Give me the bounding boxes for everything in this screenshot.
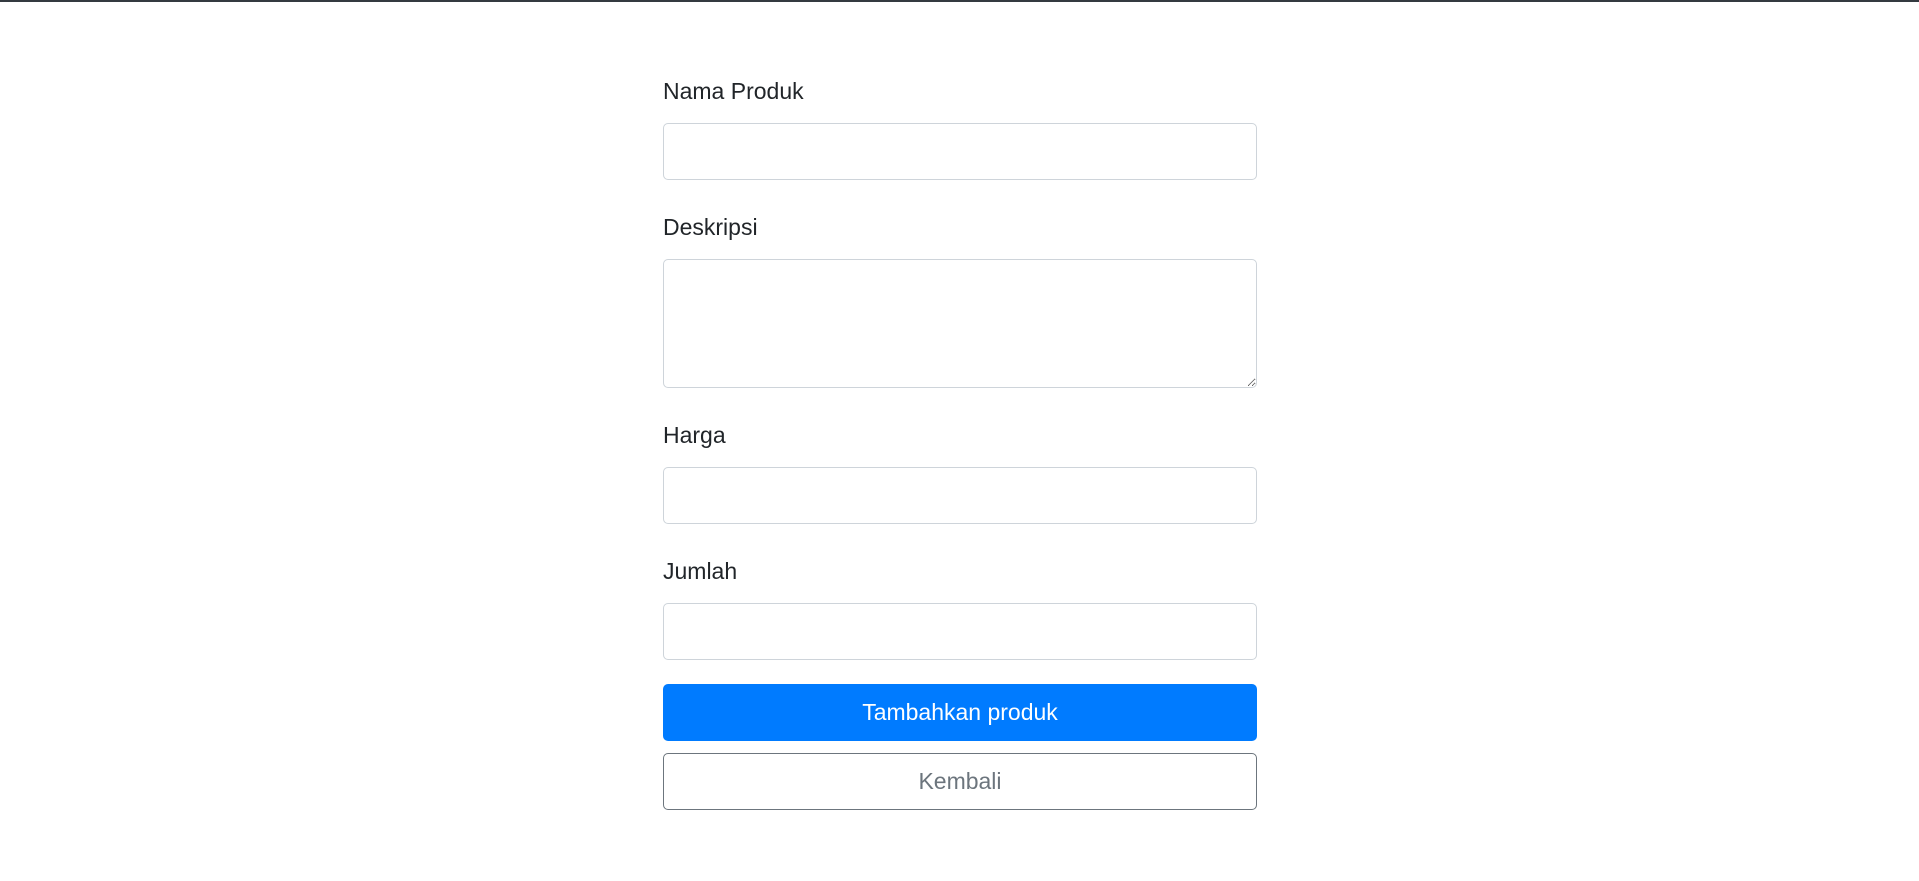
nama-produk-input[interactable] xyxy=(663,123,1257,180)
harga-group: Harga xyxy=(663,420,1257,524)
add-product-form: Nama Produk Deskripsi Harga Jumlah Tamba… xyxy=(663,76,1257,810)
deskripsi-group: Deskripsi xyxy=(663,212,1257,388)
add-product-button[interactable]: Tambahkan produk xyxy=(663,684,1257,741)
jumlah-label: Jumlah xyxy=(663,558,738,584)
jumlah-input[interactable] xyxy=(663,603,1257,660)
deskripsi-textarea[interactable] xyxy=(663,259,1257,388)
jumlah-group: Jumlah xyxy=(663,556,1257,660)
harga-input[interactable] xyxy=(663,467,1257,524)
harga-label: Harga xyxy=(663,422,726,448)
deskripsi-label: Deskripsi xyxy=(663,214,758,240)
nama-produk-label: Nama Produk xyxy=(663,78,804,104)
back-button[interactable]: Kembali xyxy=(663,753,1257,810)
nama-produk-group: Nama Produk xyxy=(663,76,1257,180)
top-border xyxy=(0,0,1919,2)
